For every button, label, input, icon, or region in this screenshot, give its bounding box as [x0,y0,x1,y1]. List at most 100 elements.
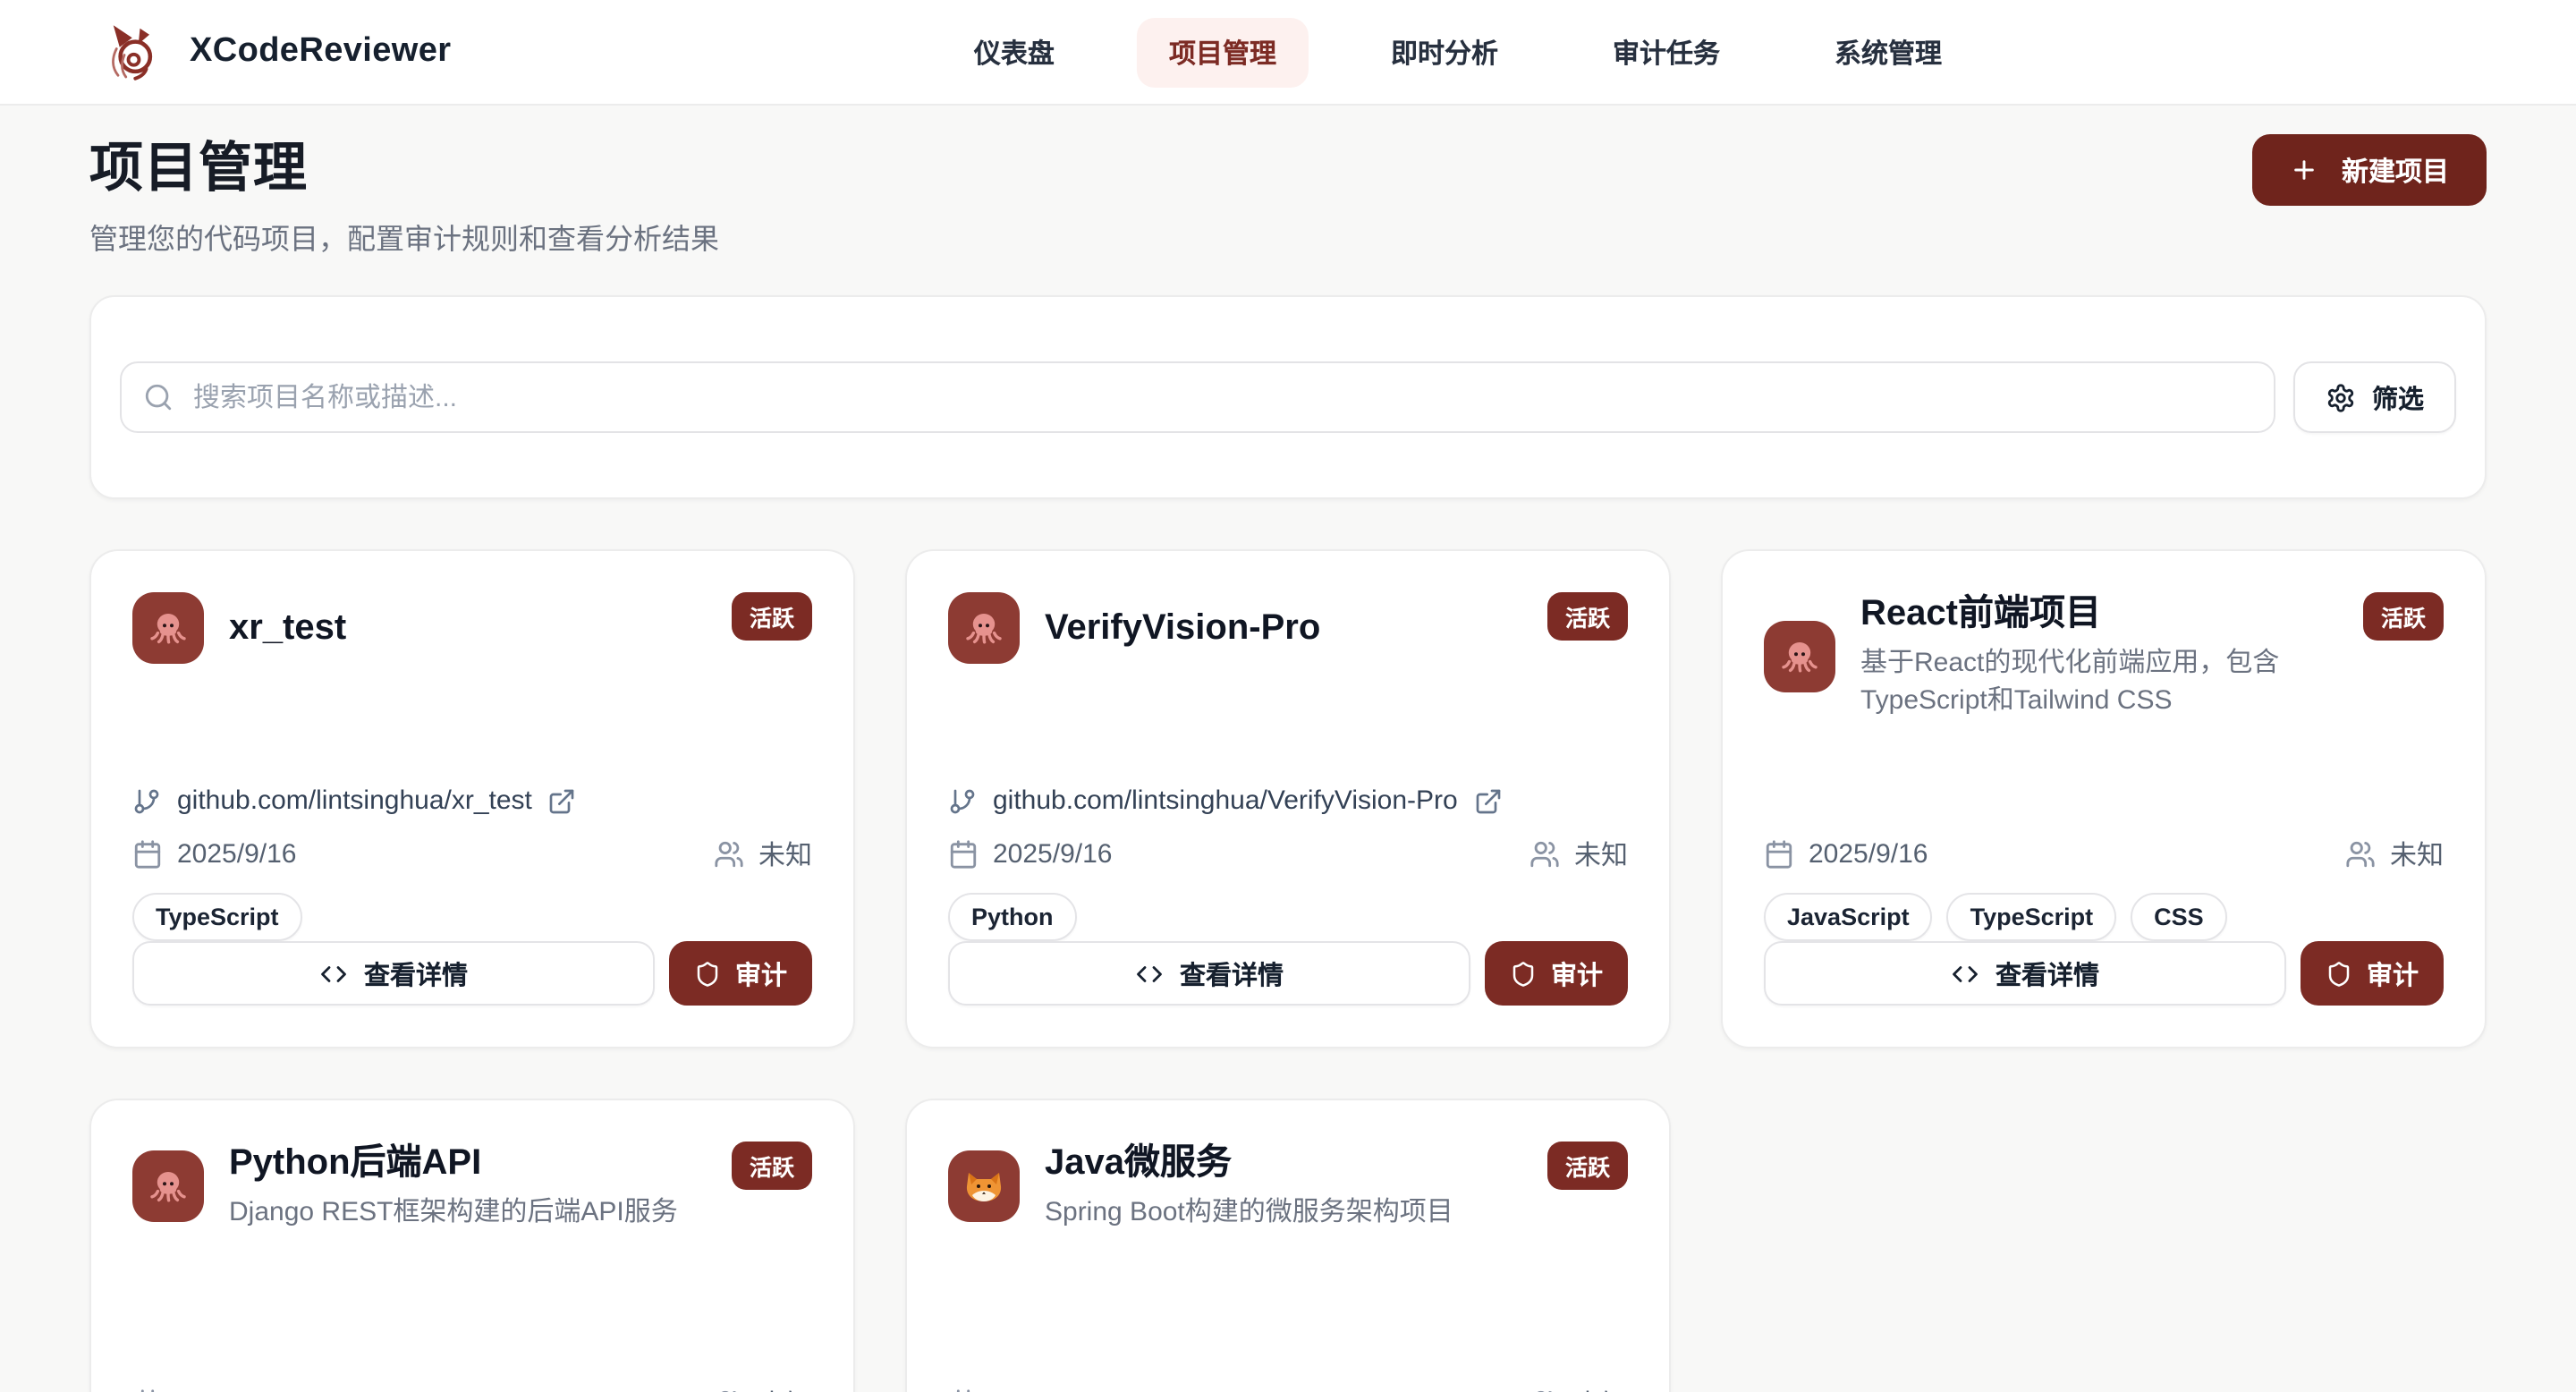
calendar-icon [132,839,163,870]
search-box [120,361,2275,433]
status-badge: 活跃 [2363,592,2444,641]
repo-url: github.com/lintsinghua/VerifyVision-Pro [993,786,1458,817]
page-header: 项目管理 管理您的代码项目，配置审计规则和查看分析结果 新建项目 [89,123,2487,258]
users-icon [2345,839,2376,870]
octopus-icon [962,607,1005,649]
shield-icon [694,960,721,987]
project-description: 基于React的现代化前端应用，包含TypeScript和Tailwind CS… [1860,644,2338,720]
fox-icon [962,1165,1005,1208]
page-header-text: 项目管理 管理您的代码项目，配置审计规则和查看分析结果 [89,123,719,258]
created-date: 2025/9/16 [948,839,1112,870]
language-tag: TypeScript [1947,893,2117,941]
brand-name: XCodeReviewer [190,32,451,72]
created-date: 2025/9/16 [132,1388,296,1392]
owner: 未知 [1530,836,1628,873]
project-card: React前端项目 基于React的现代化前端应用，包含TypeScript和T… [1721,549,2487,1048]
calendar-icon [948,839,979,870]
filter-label: 筛选 [2372,378,2424,416]
octopus-icon [1778,635,1821,678]
top-navbar: XCodeReviewer 仪表盘项目管理即时分析审计任务系统管理 [0,0,2576,106]
external-link-icon [1474,787,1503,816]
created-date: 2025/9/16 [132,839,296,870]
nav-item-仪表盘[interactable]: 仪表盘 [942,17,1087,87]
status-badge: 活跃 [732,1142,812,1190]
owner: 未知 [2345,836,2444,873]
brand[interactable]: XCodeReviewer [93,14,451,89]
project-avatar [1764,621,1835,692]
octopus-icon [147,1165,190,1208]
code-icon [1951,960,1978,987]
view-details-button[interactable]: 查看详情 [948,941,1470,1006]
nav-item-即时分析[interactable]: 即时分析 [1359,17,1530,87]
view-details-button[interactable]: 查看详情 [132,941,655,1006]
owner: 未知 [1530,1385,1628,1392]
project-name: VerifyVision-Pro [1045,607,1522,649]
repo-link[interactable]: github.com/lintsinghua/xr_test [132,786,577,817]
audit-button[interactable]: 审计 [1485,941,1628,1006]
shield-icon [2326,960,2352,987]
project-card: Java微服务 Spring Boot构建的微服务架构项目 活跃 2025/9/… [905,1099,1671,1392]
calendar-icon [1764,839,1794,870]
code-icon [1135,960,1162,987]
main-nav: 仪表盘项目管理即时分析审计任务系统管理 [942,17,1974,87]
search-input[interactable] [120,361,2275,433]
project-name: Python后端API [229,1142,707,1184]
calendar-icon [948,1388,979,1392]
search-filter-card: 筛选 [89,295,2487,499]
project-management-page: XCodeReviewer 仪表盘项目管理即时分析审计任务系统管理 项目管理 管… [0,0,2576,1392]
search-icon [143,382,174,412]
nav-item-审计任务[interactable]: 审计任务 [1580,17,1752,87]
status-badge: 活跃 [1547,592,1628,641]
project-card: xr_test 活跃 github.com/lintsinghua/xr_tes… [89,549,855,1048]
owner: 未知 [714,836,812,873]
status-badge: 活跃 [732,592,812,641]
users-icon [714,839,744,870]
repo-url: github.com/lintsinghua/xr_test [177,786,532,817]
project-avatar [132,1150,204,1222]
calendar-icon [132,1388,163,1392]
code-icon [319,960,346,987]
project-name: React前端项目 [1860,592,2338,635]
created-date: 2025/9/16 [1764,839,1928,870]
owner: 未知 [714,1385,812,1392]
audit-button[interactable]: 审计 [2301,941,2444,1006]
view-details-button[interactable]: 查看详情 [1764,941,2286,1006]
project-avatar [132,592,204,664]
external-link-icon [548,787,577,816]
nav-item-项目管理[interactable]: 项目管理 [1137,17,1309,87]
users-icon [1530,1388,1560,1392]
page-subtitle: 管理您的代码项目，配置审计规则和查看分析结果 [89,215,719,258]
project-avatar [948,592,1020,664]
status-badge: 活跃 [1547,1142,1628,1190]
language-tags: TypeScript [132,893,812,941]
project-name: xr_test [229,607,707,649]
new-project-button[interactable]: 新建项目 [2252,134,2487,206]
project-description: Spring Boot构建的微服务架构项目 [1045,1193,1522,1232]
users-icon [714,1388,744,1392]
language-tag: CSS [2131,893,2227,941]
language-tag: JavaScript [1764,893,1933,941]
git-branch-icon [132,787,161,816]
octopus-icon [147,607,190,649]
octopus-logo-icon [93,14,168,89]
audit-button[interactable]: 审计 [669,941,812,1006]
plus-icon [2290,156,2318,184]
project-card: VerifyVision-Pro 活跃 github.com/lintsingh… [905,549,1671,1048]
project-description: Django REST框架构建的后端API服务 [229,1193,707,1232]
users-icon [1530,839,1560,870]
project-avatar [948,1150,1020,1222]
project-grid: xr_test 活跃 github.com/lintsinghua/xr_tes… [89,549,2487,1392]
language-tags: JavaScript TypeScript CSS [1764,893,2444,941]
project-card: Python后端API Django REST框架构建的后端API服务 活跃 2… [89,1099,855,1392]
language-tag: Python [948,893,1077,941]
created-date: 2025/9/16 [948,1388,1112,1392]
shield-icon [1510,960,1537,987]
filter-button[interactable]: 筛选 [2293,361,2456,433]
repo-link[interactable]: github.com/lintsinghua/VerifyVision-Pro [948,786,1503,817]
gear-icon [2326,382,2356,412]
page-title: 项目管理 [89,123,719,202]
language-tags: Python [948,893,1628,941]
nav-item-系统管理[interactable]: 系统管理 [1802,17,1974,87]
project-name: Java微服务 [1045,1142,1522,1184]
main-content: 项目管理 管理您的代码项目，配置审计规则和查看分析结果 新建项目 筛选 [0,106,2576,1392]
